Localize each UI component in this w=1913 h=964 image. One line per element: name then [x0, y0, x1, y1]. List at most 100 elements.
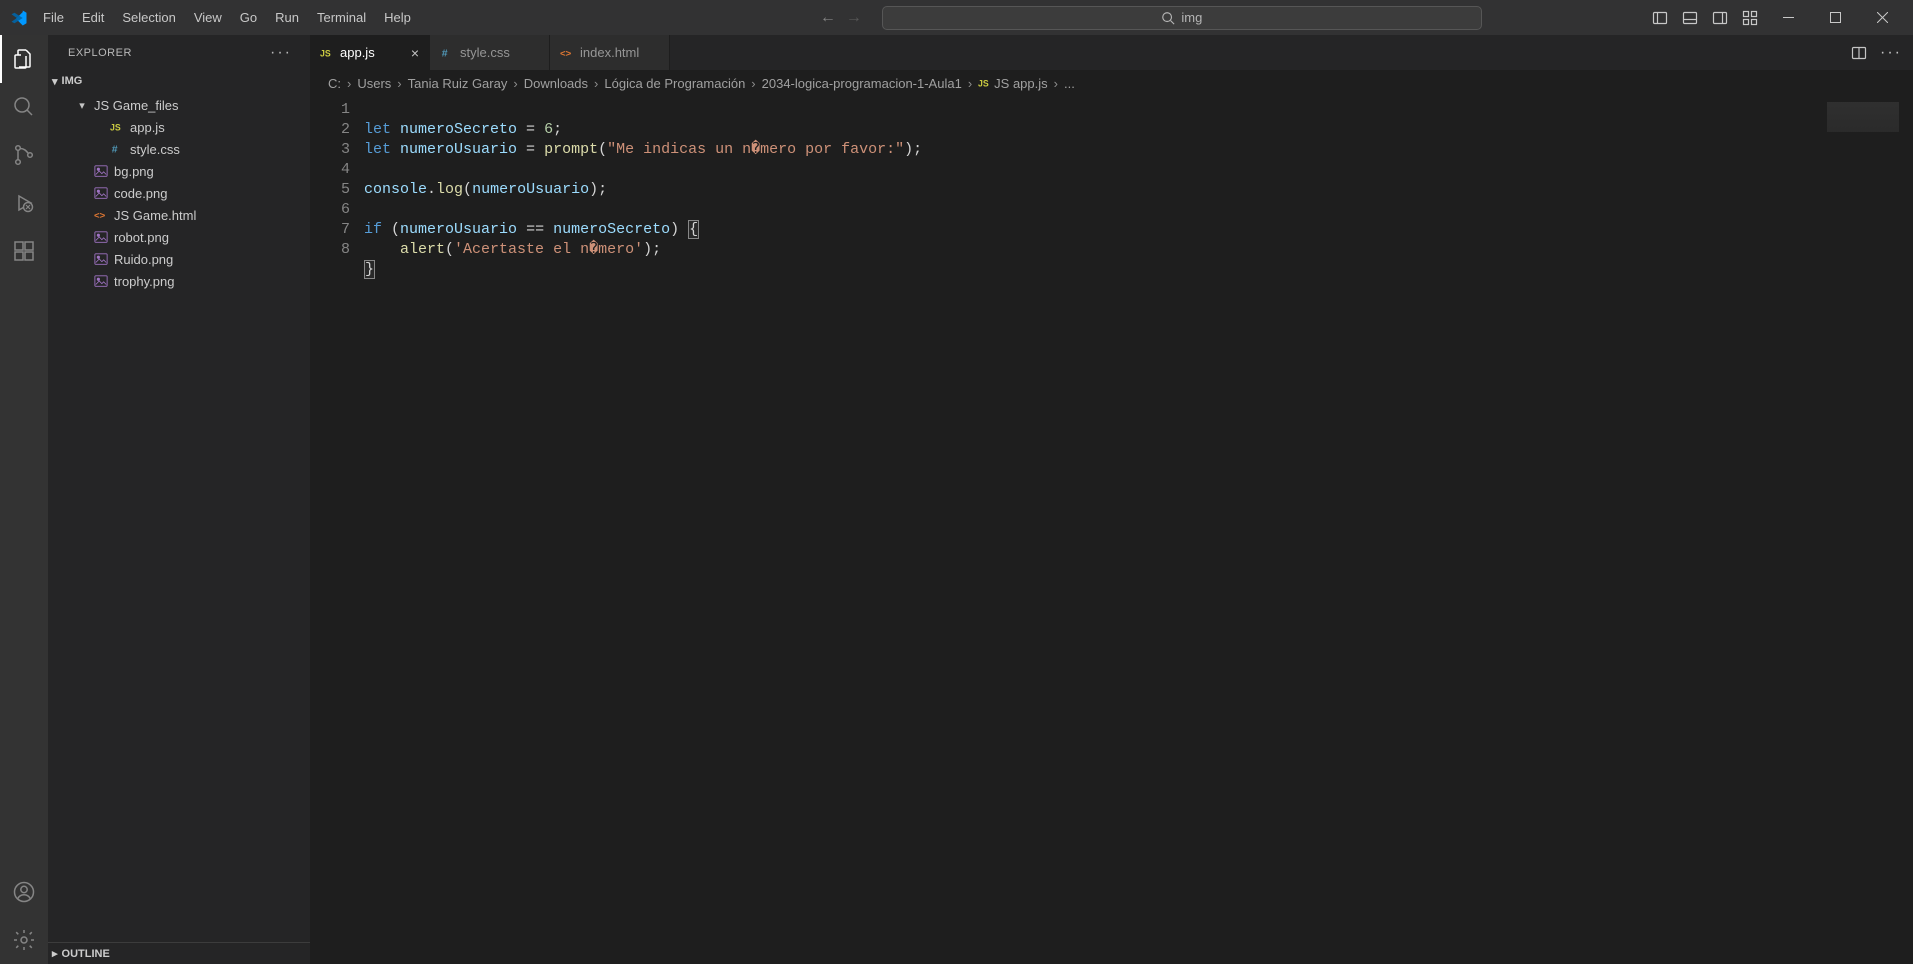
- line-number: 7: [310, 220, 350, 240]
- svg-text:#: #: [112, 144, 118, 156]
- image-file-icon: [94, 186, 108, 200]
- layout-customize-icon[interactable]: [1736, 0, 1764, 35]
- code-token: );: [904, 141, 922, 158]
- split-editor-icon[interactable]: [1845, 35, 1873, 70]
- code-token: prompt: [544, 141, 598, 158]
- line-gutter: 1 2 3 4 5 6 7 8: [310, 96, 364, 964]
- folder-root-label: IMG: [62, 75, 83, 87]
- minimap[interactable]: [1827, 102, 1899, 132]
- code-token: =: [517, 141, 544, 158]
- breadcrumbs[interactable]: C:› Users› Tania Ruiz Garay› Downloads› …: [310, 70, 1913, 96]
- image-file-icon: [94, 274, 108, 288]
- tree-file-image[interactable]: bg.png: [48, 160, 310, 182]
- activity-settings-icon[interactable]: [0, 916, 48, 964]
- folder-root[interactable]: ▾ IMG: [48, 70, 310, 92]
- tree-file-css[interactable]: # style.css: [48, 138, 310, 160]
- nav-back-icon[interactable]: ←: [820, 9, 836, 27]
- activity-search-icon[interactable]: [0, 83, 48, 131]
- js-file-icon: JS: [320, 46, 334, 60]
- tree-file-image[interactable]: code.png: [48, 182, 310, 204]
- activity-bar: [0, 35, 48, 964]
- activity-extensions-icon[interactable]: [0, 227, 48, 275]
- search-icon: [1161, 11, 1175, 25]
- tree-item-label: JS Game.html: [114, 208, 196, 223]
- sidebar-title: Explorer: [68, 47, 132, 59]
- menu-help[interactable]: Help: [375, 6, 420, 29]
- vscode-logo-icon: [10, 9, 28, 27]
- outline-section[interactable]: ▸ Outline: [48, 942, 310, 964]
- tree-folder[interactable]: ▾ JS Game_files: [48, 94, 310, 116]
- code-token: =: [517, 121, 544, 138]
- layout-secondary-side-icon[interactable]: [1706, 0, 1734, 35]
- tab-style-css[interactable]: # style.css ×: [430, 35, 550, 70]
- chevron-right-icon: ›: [347, 76, 351, 91]
- breadcrumb-part[interactable]: Users: [357, 76, 391, 91]
- maximize-button[interactable]: [1813, 0, 1858, 35]
- css-file-icon: #: [440, 46, 454, 60]
- menu-run[interactable]: Run: [266, 6, 308, 29]
- code-content[interactable]: let numeroSecreto = 6; let numeroUsuario…: [364, 96, 1913, 964]
- breadcrumb-part[interactable]: Lógica de Programación: [604, 76, 745, 91]
- menu-view[interactable]: View: [185, 6, 231, 29]
- breadcrumb-part[interactable]: C:: [328, 76, 341, 91]
- breadcrumb-part[interactable]: Downloads: [524, 76, 588, 91]
- tree-file-image[interactable]: Ruido.png: [48, 248, 310, 270]
- code-token: }: [364, 260, 375, 279]
- menu-terminal[interactable]: Terminal: [308, 6, 375, 29]
- code-editor[interactable]: 1 2 3 4 5 6 7 8 let numeroSecreto = 6; l…: [310, 96, 1913, 964]
- code-token: [364, 241, 400, 258]
- tree-file-image[interactable]: robot.png: [48, 226, 310, 248]
- close-button[interactable]: [1860, 0, 1905, 35]
- tree-item-label: robot.png: [114, 230, 169, 245]
- tree-file-js[interactable]: JS app.js: [48, 116, 310, 138]
- code-token: numeroSecreto: [400, 121, 517, 138]
- activity-accounts-icon[interactable]: [0, 868, 48, 916]
- menu-go[interactable]: Go: [231, 6, 266, 29]
- menu-file[interactable]: File: [34, 6, 73, 29]
- tab-index-html[interactable]: <> index.html ×: [550, 35, 670, 70]
- line-number: 3: [310, 140, 350, 160]
- breadcrumb-part[interactable]: 2034-logica-programacion-1-Aula1: [762, 76, 962, 91]
- chevron-right-icon: ›: [1054, 76, 1058, 91]
- code-token: 6: [544, 121, 553, 138]
- close-icon[interactable]: ×: [411, 45, 419, 61]
- activity-explorer-icon[interactable]: [0, 35, 48, 83]
- layout-primary-side-icon[interactable]: [1646, 0, 1674, 35]
- tab-label: app.js: [340, 45, 375, 60]
- line-number: 1: [310, 100, 350, 120]
- sidebar-more-icon[interactable]: ···: [270, 44, 292, 62]
- tree-item-label: JS Game_files: [94, 98, 179, 113]
- image-file-icon: [94, 230, 108, 244]
- nav-forward-icon[interactable]: →: [846, 9, 862, 27]
- tree-item-label: style.css: [130, 142, 180, 157]
- svg-text:JS: JS: [110, 123, 121, 133]
- title-bar: File Edit Selection View Go Run Terminal…: [0, 0, 1913, 35]
- line-number: 6: [310, 200, 350, 220]
- minimize-button[interactable]: [1766, 0, 1811, 35]
- svg-text:JS: JS: [978, 79, 989, 89]
- code-token: numeroUsuario: [400, 141, 517, 158]
- file-tree: ▾ JS Game_files JS app.js # style.css bg…: [48, 92, 310, 942]
- menu-selection[interactable]: Selection: [113, 6, 184, 29]
- command-center[interactable]: img: [882, 6, 1482, 30]
- code-token: 'Acertaste el n�mero': [454, 241, 643, 258]
- image-file-icon: [94, 252, 108, 266]
- outline-label: Outline: [62, 948, 110, 960]
- code-token: (: [598, 141, 607, 158]
- editor-more-icon[interactable]: ···: [1877, 35, 1905, 70]
- tree-file-html[interactable]: <> JS Game.html: [48, 204, 310, 226]
- menu-edit[interactable]: Edit: [73, 6, 113, 29]
- code-token: ): [670, 221, 679, 238]
- breadcrumb-part[interactable]: JS app.js: [994, 76, 1047, 91]
- code-token: (: [463, 181, 472, 198]
- breadcrumb-part[interactable]: ...: [1064, 76, 1075, 91]
- layout-panel-icon[interactable]: [1676, 0, 1704, 35]
- activity-debug-icon[interactable]: [0, 179, 48, 227]
- activity-scm-icon[interactable]: [0, 131, 48, 179]
- breadcrumb-part[interactable]: Tania Ruiz Garay: [408, 76, 508, 91]
- image-file-icon: [94, 164, 108, 178]
- tree-file-image[interactable]: trophy.png: [48, 270, 310, 292]
- chevron-right-icon: ›: [397, 76, 401, 91]
- tab-app-js[interactable]: JS app.js ×: [310, 35, 430, 70]
- chevron-down-icon: ▾: [52, 75, 58, 88]
